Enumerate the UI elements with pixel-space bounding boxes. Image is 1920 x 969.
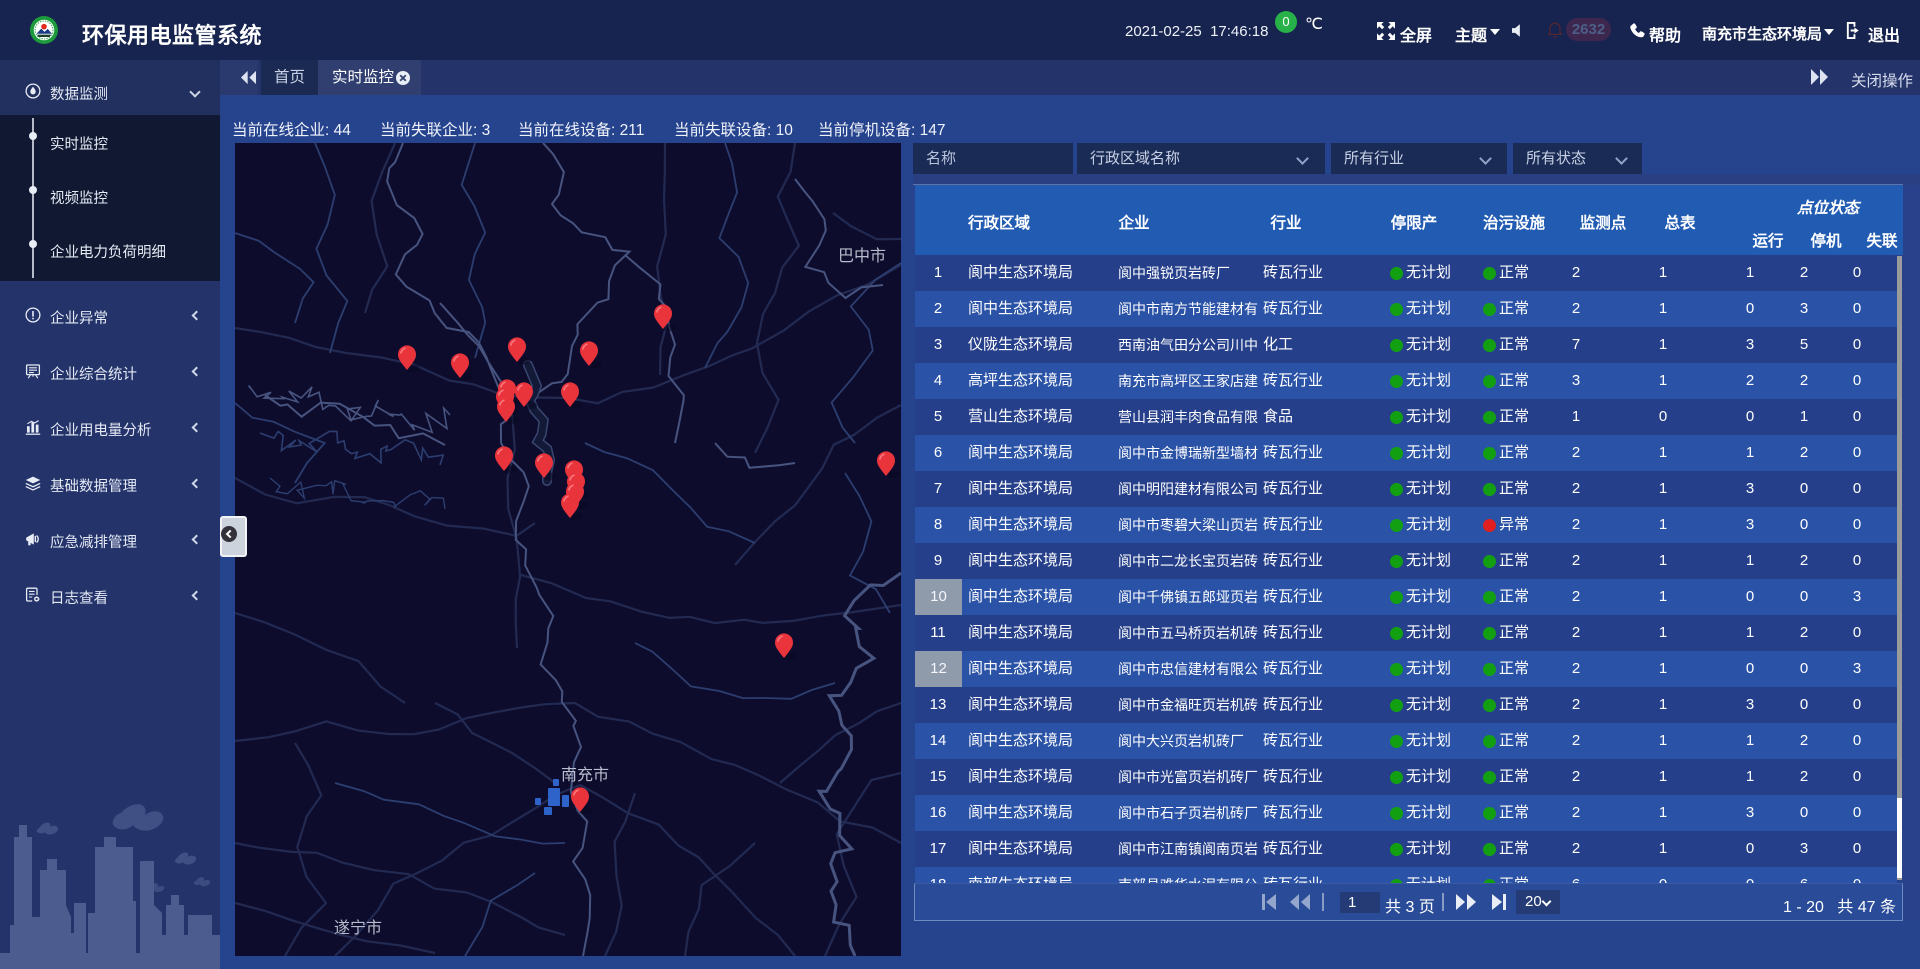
svg-text:巴中市: 巴中市 <box>838 247 886 265</box>
svg-text:遂宁市: 遂宁市 <box>334 919 382 937</box>
svg-text:南充市: 南充市 <box>561 766 609 784</box>
